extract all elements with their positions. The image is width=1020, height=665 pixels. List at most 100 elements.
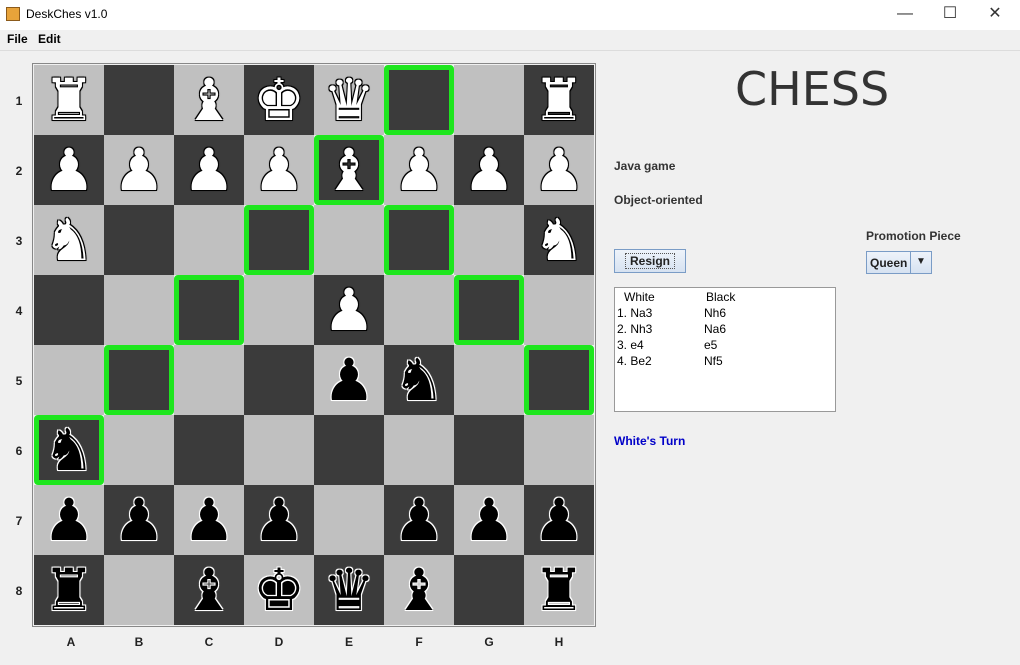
square-b5[interactable]	[104, 345, 174, 415]
square-g6[interactable]	[454, 415, 524, 485]
square-c2[interactable]: ♟	[174, 135, 244, 205]
square-b1[interactable]	[104, 65, 174, 135]
minimize-button[interactable]: —	[882, 0, 928, 30]
white-knight-icon[interactable]: ♞	[43, 211, 95, 269]
black-pawn-icon[interactable]: ♟	[463, 491, 515, 549]
square-h1[interactable]: ♜	[524, 65, 594, 135]
square-a6[interactable]: ♞	[34, 415, 104, 485]
black-bishop-icon[interactable]: ♝	[393, 561, 445, 619]
square-e3[interactable]	[314, 205, 384, 275]
square-b2[interactable]: ♟	[104, 135, 174, 205]
menu-edit[interactable]: Edit	[38, 32, 61, 46]
square-b8[interactable]	[104, 555, 174, 625]
black-knight-icon[interactable]: ♞	[393, 351, 445, 409]
square-a4[interactable]	[34, 275, 104, 345]
square-c7[interactable]: ♟	[174, 485, 244, 555]
square-a1[interactable]: ♜	[34, 65, 104, 135]
square-b7[interactable]: ♟	[104, 485, 174, 555]
square-d5[interactable]	[244, 345, 314, 415]
square-g5[interactable]	[454, 345, 524, 415]
black-pawn-icon[interactable]: ♟	[533, 491, 585, 549]
square-c5[interactable]	[174, 345, 244, 415]
white-pawn-icon[interactable]: ♟	[43, 141, 95, 199]
square-c8[interactable]: ♝	[174, 555, 244, 625]
square-c3[interactable]	[174, 205, 244, 275]
square-d4[interactable]	[244, 275, 314, 345]
square-f3[interactable]	[384, 205, 454, 275]
chevron-down-icon[interactable]: ▼	[910, 252, 931, 273]
square-f7[interactable]: ♟	[384, 485, 454, 555]
black-rook-icon[interactable]: ♜	[533, 561, 585, 619]
square-f1[interactable]	[384, 65, 454, 135]
white-pawn-icon[interactable]: ♟	[253, 141, 305, 199]
square-e1[interactable]: ♛	[314, 65, 384, 135]
square-a2[interactable]: ♟	[34, 135, 104, 205]
square-f6[interactable]	[384, 415, 454, 485]
square-d6[interactable]	[244, 415, 314, 485]
black-pawn-icon[interactable]: ♟	[43, 491, 95, 549]
square-b6[interactable]	[104, 415, 174, 485]
white-rook-icon[interactable]: ♜	[533, 71, 585, 129]
square-f8[interactable]: ♝	[384, 555, 454, 625]
white-pawn-icon[interactable]: ♟	[183, 141, 235, 199]
square-e5[interactable]: ♟	[314, 345, 384, 415]
black-king-icon[interactable]: ♚	[253, 561, 305, 619]
square-h2[interactable]: ♟	[524, 135, 594, 205]
menu-file[interactable]: File	[7, 32, 28, 46]
black-rook-icon[interactable]: ♜	[43, 561, 95, 619]
square-g7[interactable]: ♟	[454, 485, 524, 555]
white-pawn-icon[interactable]: ♟	[113, 141, 165, 199]
square-d1[interactable]: ♚	[244, 65, 314, 135]
square-h4[interactable]	[524, 275, 594, 345]
black-pawn-icon[interactable]: ♟	[253, 491, 305, 549]
square-f5[interactable]: ♞	[384, 345, 454, 415]
square-h7[interactable]: ♟	[524, 485, 594, 555]
square-a7[interactable]: ♟	[34, 485, 104, 555]
square-c4[interactable]	[174, 275, 244, 345]
maximize-button[interactable]: ☐	[927, 0, 973, 30]
square-b4[interactable]	[104, 275, 174, 345]
square-f4[interactable]	[384, 275, 454, 345]
square-g3[interactable]	[454, 205, 524, 275]
white-bishop-icon[interactable]: ♝	[323, 141, 375, 199]
black-pawn-icon[interactable]: ♟	[183, 491, 235, 549]
square-f2[interactable]: ♟	[384, 135, 454, 205]
black-bishop-icon[interactable]: ♝	[183, 561, 235, 619]
white-king-icon[interactable]: ♚	[253, 71, 305, 129]
white-knight-icon[interactable]: ♞	[533, 211, 585, 269]
white-pawn-icon[interactable]: ♟	[533, 141, 585, 199]
white-pawn-icon[interactable]: ♟	[393, 141, 445, 199]
black-pawn-icon[interactable]: ♟	[323, 351, 375, 409]
square-e7[interactable]	[314, 485, 384, 555]
black-queen-icon[interactable]: ♛	[323, 561, 375, 619]
black-knight-icon[interactable]: ♞	[43, 421, 95, 479]
square-e2[interactable]: ♝	[314, 135, 384, 205]
square-e4[interactable]: ♟	[314, 275, 384, 345]
square-h6[interactable]	[524, 415, 594, 485]
white-pawn-icon[interactable]: ♟	[323, 281, 375, 339]
promotion-select[interactable]: Queen ▼	[866, 251, 932, 274]
square-b3[interactable]	[104, 205, 174, 275]
square-e6[interactable]	[314, 415, 384, 485]
square-c6[interactable]	[174, 415, 244, 485]
black-pawn-icon[interactable]: ♟	[113, 491, 165, 549]
white-pawn-icon[interactable]: ♟	[463, 141, 515, 199]
white-queen-icon[interactable]: ♛	[323, 71, 375, 129]
black-pawn-icon[interactable]: ♟	[393, 491, 445, 549]
square-d2[interactable]: ♟	[244, 135, 314, 205]
square-e8[interactable]: ♛	[314, 555, 384, 625]
square-c1[interactable]: ♝	[174, 65, 244, 135]
square-d3[interactable]	[244, 205, 314, 275]
square-g4[interactable]	[454, 275, 524, 345]
square-g2[interactable]: ♟	[454, 135, 524, 205]
square-a3[interactable]: ♞	[34, 205, 104, 275]
square-a8[interactable]: ♜	[34, 555, 104, 625]
square-g1[interactable]	[454, 65, 524, 135]
move-list[interactable]: White Black 1. Na3 Nh6 2. Nh3 Na6 3. e4 e5 4. …	[614, 287, 836, 412]
square-d7[interactable]: ♟	[244, 485, 314, 555]
resign-button[interactable]: Resign	[614, 249, 686, 273]
square-h5[interactable]	[524, 345, 594, 415]
square-d8[interactable]: ♚	[244, 555, 314, 625]
square-g8[interactable]	[454, 555, 524, 625]
close-button[interactable]: ✕	[972, 0, 1018, 30]
